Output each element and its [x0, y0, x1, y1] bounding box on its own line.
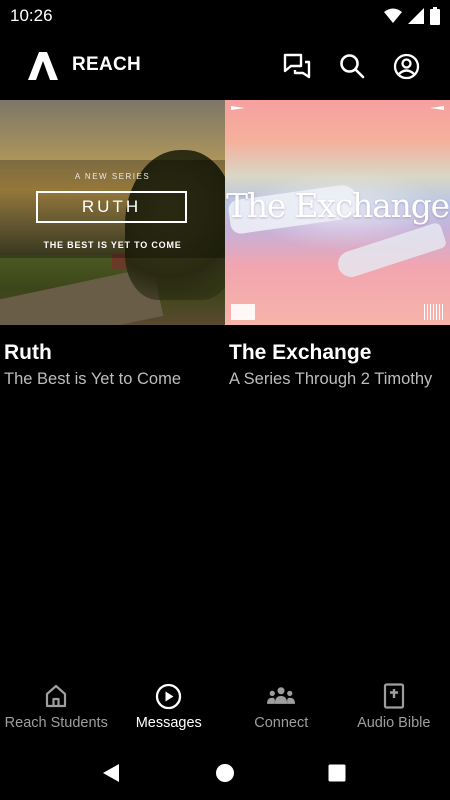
nav-item-connect[interactable]: Connect [225, 675, 338, 745]
reach-logo-icon [28, 52, 58, 80]
series-grid: A NEW SERIES RUTH THE BEST IS YET TO COM… [0, 100, 450, 389]
home-button[interactable] [211, 759, 239, 787]
series-artwork-ruth[interactable]: A NEW SERIES RUTH THE BEST IS YET TO COM… [0, 100, 225, 325]
artwork-kicker-text: A NEW SERIES [74, 172, 151, 181]
nav-label: Audio Bible [357, 715, 431, 731]
artwork-title: The Exchange [226, 186, 450, 225]
series-title[interactable]: The Exchange [229, 341, 450, 365]
nav-label: Reach Students [4, 715, 108, 731]
artwork-logo-icon [231, 304, 255, 320]
status-icons [384, 7, 440, 25]
series-card-the-exchange[interactable]: The Exchange The Exchange A Series Throu… [225, 100, 450, 389]
artwork-title-box: RUTH [36, 191, 187, 223]
status-bar: 10:26 [0, 0, 450, 32]
artwork-barcode-icon [424, 304, 444, 320]
nav-label: Messages [135, 715, 202, 731]
system-nav-bar [0, 745, 450, 800]
nav-item-audio-bible[interactable]: Audio Bible [338, 675, 450, 745]
bible-icon [380, 682, 408, 710]
series-subtitle: A Series Through 2 Timothy [229, 370, 433, 388]
series-subtitle: The Best is Yet to Come [4, 370, 182, 388]
app-title: REACH [72, 54, 142, 75]
recents-square-icon [328, 764, 346, 782]
search-button[interactable] [336, 50, 368, 82]
account-circle-icon [393, 53, 419, 79]
back-button[interactable] [97, 759, 125, 787]
series-card-ruth[interactable]: A NEW SERIES RUTH THE BEST IS YET TO COM… [0, 100, 225, 389]
nav-label: Connect [254, 715, 309, 731]
wifi-icon [384, 8, 402, 23]
bottom-nav: Reach Students Messages Connect Audio Bi… [0, 675, 450, 745]
chat-icon [283, 53, 311, 79]
home-circle-icon [216, 764, 234, 782]
recents-button[interactable] [323, 759, 351, 787]
status-time: 10:26 [10, 6, 53, 25]
battery-icon [430, 7, 440, 25]
cell-signal-icon [408, 8, 424, 24]
series-artwork-the-exchange[interactable]: The Exchange [225, 100, 450, 325]
artwork-tagline: THE BEST IS YET TO COME [43, 240, 182, 250]
search-icon [340, 54, 365, 79]
series-title[interactable]: Ruth [4, 341, 225, 365]
group-icon [267, 682, 296, 710]
back-triangle-icon [103, 764, 119, 782]
chat-button[interactable] [281, 50, 313, 82]
profile-button[interactable] [390, 50, 422, 82]
home-icon [42, 682, 70, 710]
play-circle-icon [155, 682, 183, 710]
nav-item-reach-students[interactable]: Reach Students [0, 675, 113, 745]
app-bar: REACH [0, 32, 450, 100]
nav-item-messages[interactable]: Messages [113, 675, 226, 745]
